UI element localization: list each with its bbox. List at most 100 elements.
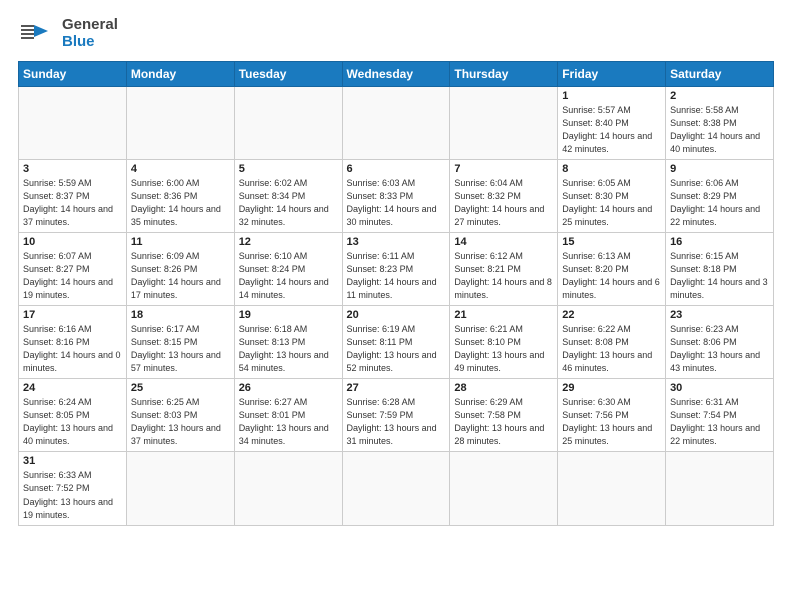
calendar-cell: 10 Sunrise: 6:07 AM Sunset: 8:27 PM Dayli… xyxy=(19,232,127,305)
calendar-cell: 4 Sunrise: 6:00 AM Sunset: 8:36 PM Daylig… xyxy=(126,159,234,232)
calendar-cell: 20Sunrise: 6:19 AM Sunset: 8:11 PM Dayli… xyxy=(342,306,450,379)
day-info: Sunrise: 6:03 AM Sunset: 8:33 PM Dayligh… xyxy=(347,177,446,229)
day-info: Sunrise: 6:05 AM Sunset: 8:30 PM Dayligh… xyxy=(562,177,661,229)
calendar-cell: 15Sunrise: 6:13 AM Sunset: 8:20 PM Dayli… xyxy=(558,232,666,305)
day-info: Sunrise: 6:27 AM Sunset: 8:01 PM Dayligh… xyxy=(239,396,338,448)
weekday-header: Friday xyxy=(558,61,666,86)
day-number: 19 xyxy=(239,309,338,321)
weekday-header-row: SundayMondayTuesdayWednesdayThursdayFrid… xyxy=(19,61,774,86)
weekday-header: Saturday xyxy=(666,61,774,86)
day-number: 10 xyxy=(23,236,122,248)
day-info: Sunrise: 6:18 AM Sunset: 8:13 PM Dayligh… xyxy=(239,323,338,375)
day-info: Sunrise: 6:16 AM Sunset: 8:16 PM Dayligh… xyxy=(23,323,122,375)
day-info: Sunrise: 6:00 AM Sunset: 8:36 PM Dayligh… xyxy=(131,177,230,229)
logo-blue: Blue xyxy=(62,33,118,50)
calendar-week-row: 24 Sunrise: 6:24 AM Sunset: 8:05 PM Dayli… xyxy=(19,379,774,452)
day-number: 11 xyxy=(131,236,230,248)
day-number: 1 xyxy=(562,90,661,102)
day-info: Sunrise: 6:17 AM Sunset: 8:15 PM Dayligh… xyxy=(131,323,230,375)
calendar-cell: 19 Sunrise: 6:18 AM Sunset: 8:13 PM Dayli… xyxy=(234,306,342,379)
day-info: Sunrise: 6:15 AM Sunset: 8:18 PM Dayligh… xyxy=(670,250,769,302)
day-info: Sunrise: 6:06 AM Sunset: 8:29 PM Dayligh… xyxy=(670,177,769,229)
calendar-cell xyxy=(19,86,127,159)
day-number: 29 xyxy=(562,382,661,394)
day-number: 4 xyxy=(131,163,230,175)
calendar-cell: 12Sunrise: 6:10 AM Sunset: 8:24 PM Dayli… xyxy=(234,232,342,305)
day-info: Sunrise: 6:28 AM Sunset: 7:59 PM Dayligh… xyxy=(347,396,446,448)
day-info: Sunrise: 6:21 AM Sunset: 8:10 PM Dayligh… xyxy=(454,323,553,375)
day-info: Sunrise: 6:30 AM Sunset: 7:56 PM Dayligh… xyxy=(562,396,661,448)
day-info: Sunrise: 6:12 AM Sunset: 8:21 PM Dayligh… xyxy=(454,250,553,302)
day-info: Sunrise: 6:23 AM Sunset: 8:06 PM Dayligh… xyxy=(670,323,769,375)
calendar-cell xyxy=(342,452,450,525)
day-info: Sunrise: 6:02 AM Sunset: 8:34 PM Dayligh… xyxy=(239,177,338,229)
day-number: 17 xyxy=(23,309,122,321)
calendar-cell: 11Sunrise: 6:09 AM Sunset: 8:26 PM Dayli… xyxy=(126,232,234,305)
calendar-cell: 24 Sunrise: 6:24 AM Sunset: 8:05 PM Dayli… xyxy=(19,379,127,452)
day-number: 22 xyxy=(562,309,661,321)
day-number: 2 xyxy=(670,90,769,102)
logo-svg xyxy=(18,17,56,49)
day-number: 5 xyxy=(239,163,338,175)
day-number: 27 xyxy=(347,382,446,394)
day-number: 6 xyxy=(347,163,446,175)
day-number: 21 xyxy=(454,309,553,321)
day-number: 13 xyxy=(347,236,446,248)
calendar-cell: 26 Sunrise: 6:27 AM Sunset: 8:01 PM Dayli… xyxy=(234,379,342,452)
day-number: 24 xyxy=(23,382,122,394)
day-number: 28 xyxy=(454,382,553,394)
day-info: Sunrise: 6:24 AM Sunset: 8:05 PM Dayligh… xyxy=(23,396,122,448)
calendar-cell: 25Sunrise: 6:25 AM Sunset: 8:03 PM Dayli… xyxy=(126,379,234,452)
calendar-cell: 17 Sunrise: 6:16 AM Sunset: 8:16 PM Dayli… xyxy=(19,306,127,379)
calendar-cell: 30Sunrise: 6:31 AM Sunset: 7:54 PM Dayli… xyxy=(666,379,774,452)
day-info: Sunrise: 6:04 AM Sunset: 8:32 PM Dayligh… xyxy=(454,177,553,229)
day-number: 14 xyxy=(454,236,553,248)
day-number: 3 xyxy=(23,163,122,175)
calendar-cell: 27 Sunrise: 6:28 AM Sunset: 7:59 PM Dayli… xyxy=(342,379,450,452)
day-number: 7 xyxy=(454,163,553,175)
calendar-cell: 9 Sunrise: 6:06 AM Sunset: 8:29 PM Daylig… xyxy=(666,159,774,232)
calendar-cell xyxy=(666,452,774,525)
logo-wrapper: GeneralBlue xyxy=(18,16,118,51)
calendar-cell xyxy=(234,86,342,159)
calendar-cell: 28 Sunrise: 6:29 AM Sunset: 7:58 PM Dayli… xyxy=(450,379,558,452)
calendar-cell xyxy=(234,452,342,525)
calendar-week-row: 1Sunrise: 5:57 AM Sunset: 8:40 PM Daylig… xyxy=(19,86,774,159)
header: GeneralBlue xyxy=(18,16,774,51)
calendar-cell: 22 Sunrise: 6:22 AM Sunset: 8:08 PM Dayli… xyxy=(558,306,666,379)
day-info: Sunrise: 6:33 AM Sunset: 7:52 PM Dayligh… xyxy=(23,469,122,521)
weekday-header: Sunday xyxy=(19,61,127,86)
calendar-cell xyxy=(126,86,234,159)
logo-general: General xyxy=(62,16,118,33)
calendar-cell: 5 Sunrise: 6:02 AM Sunset: 8:34 PM Daylig… xyxy=(234,159,342,232)
day-info: Sunrise: 6:07 AM Sunset: 8:27 PM Dayligh… xyxy=(23,250,122,302)
day-number: 23 xyxy=(670,309,769,321)
day-number: 18 xyxy=(131,309,230,321)
day-number: 8 xyxy=(562,163,661,175)
calendar-week-row: 31 Sunrise: 6:33 AM Sunset: 7:52 PM Dayli… xyxy=(19,452,774,525)
weekday-header: Tuesday xyxy=(234,61,342,86)
day-number: 30 xyxy=(670,382,769,394)
day-number: 31 xyxy=(23,455,122,467)
calendar-cell: 6 Sunrise: 6:03 AM Sunset: 8:33 PM Daylig… xyxy=(342,159,450,232)
weekday-header: Monday xyxy=(126,61,234,86)
calendar-week-row: 3 Sunrise: 5:59 AM Sunset: 8:37 PM Daylig… xyxy=(19,159,774,232)
logo: GeneralBlue xyxy=(18,16,118,51)
calendar-cell xyxy=(558,452,666,525)
page: GeneralBlue SundayMondayTuesdayWednesday… xyxy=(0,0,792,612)
calendar-cell: 21 Sunrise: 6:21 AM Sunset: 8:10 PM Dayli… xyxy=(450,306,558,379)
calendar-cell: 23 Sunrise: 6:23 AM Sunset: 8:06 PM Dayli… xyxy=(666,306,774,379)
calendar-cell: 13Sunrise: 6:11 AM Sunset: 8:23 PM Dayli… xyxy=(342,232,450,305)
weekday-header: Wednesday xyxy=(342,61,450,86)
calendar: SundayMondayTuesdayWednesdayThursdayFrid… xyxy=(18,61,774,526)
day-number: 26 xyxy=(239,382,338,394)
day-info: Sunrise: 6:29 AM Sunset: 7:58 PM Dayligh… xyxy=(454,396,553,448)
day-info: Sunrise: 5:58 AM Sunset: 8:38 PM Dayligh… xyxy=(670,104,769,156)
day-info: Sunrise: 6:10 AM Sunset: 8:24 PM Dayligh… xyxy=(239,250,338,302)
day-number: 9 xyxy=(670,163,769,175)
day-info: Sunrise: 5:59 AM Sunset: 8:37 PM Dayligh… xyxy=(23,177,122,229)
day-number: 16 xyxy=(670,236,769,248)
day-info: Sunrise: 6:13 AM Sunset: 8:20 PM Dayligh… xyxy=(562,250,661,302)
day-info: Sunrise: 6:22 AM Sunset: 8:08 PM Dayligh… xyxy=(562,323,661,375)
day-number: 20 xyxy=(347,309,446,321)
